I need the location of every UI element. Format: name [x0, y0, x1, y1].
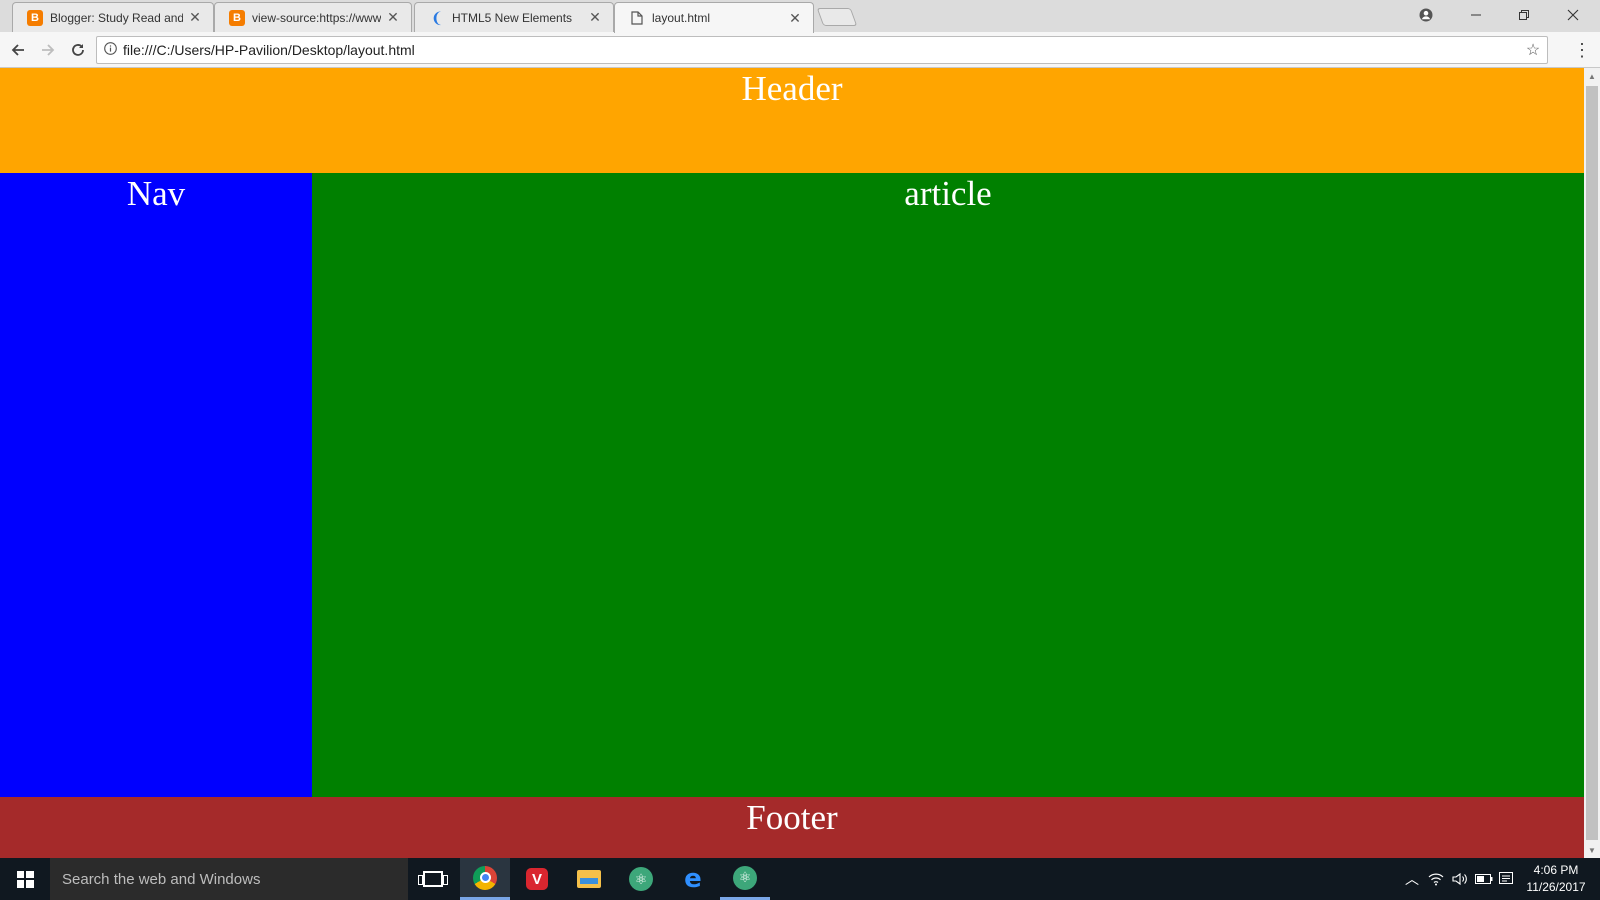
browser-toolbar: file:///C:/Users/HP-Pavilion/Desktop/lay…: [0, 32, 1600, 68]
info-icon[interactable]: [97, 42, 123, 58]
tab-strip: B Blogger: Study Read and ✕ B view-sourc…: [0, 0, 1600, 33]
taskbar-search-input[interactable]: Search the web and Windows: [50, 858, 408, 900]
task-view-icon: [418, 871, 448, 887]
volume-icon[interactable]: [1448, 858, 1472, 900]
atom-icon: ⚛: [629, 867, 653, 891]
taskbar-vivaldi[interactable]: V: [512, 858, 562, 900]
close-icon[interactable]: ✕: [385, 9, 401, 26]
bookmark-star-icon[interactable]: ☆: [1519, 40, 1547, 60]
taskbar-clock[interactable]: 4:06 PM 11/26/2017: [1516, 862, 1596, 896]
tab-blogger[interactable]: B Blogger: Study Read and ✕: [12, 2, 214, 32]
page-viewport: Header Nav article Footer: [0, 68, 1584, 858]
close-icon[interactable]: ✕: [187, 9, 203, 26]
edge-icon: e: [684, 864, 702, 894]
close-icon[interactable]: ✕: [587, 9, 603, 26]
scroll-thumb[interactable]: [1586, 86, 1598, 840]
tray-chevron-up-icon[interactable]: ︿: [1400, 858, 1424, 900]
tab-view-source[interactable]: B view-source:https://www ✕: [214, 2, 412, 32]
tab-title: HTML5 New Elements: [452, 10, 573, 25]
forward-button[interactable]: [36, 38, 60, 62]
file-icon: [629, 10, 645, 26]
scroll-down-arrow-icon[interactable]: ▼: [1584, 842, 1600, 858]
windows-logo-icon: [16, 870, 34, 888]
close-icon[interactable]: ✕: [787, 10, 803, 27]
page-nav: Nav: [0, 173, 312, 797]
address-url[interactable]: file:///C:/Users/HP-Pavilion/Desktop/lay…: [123, 42, 1519, 58]
tab-layout-html[interactable]: layout.html ✕: [614, 2, 814, 33]
tab-title: layout.html: [652, 11, 711, 25]
restore-button[interactable]: [1500, 0, 1548, 30]
clock-time: 4:06 PM: [1533, 863, 1579, 877]
page-article: article: [312, 173, 1584, 797]
vertical-scrollbar[interactable]: ▲ ▼: [1584, 68, 1600, 858]
tab-html5-elements[interactable]: ❨ HTML5 New Elements ✕: [414, 2, 614, 32]
blogger-icon: B: [229, 9, 245, 26]
tab-title: view-source:https://www: [252, 10, 381, 25]
vivaldi-icon: V: [526, 868, 548, 890]
battery-icon[interactable]: [1472, 858, 1496, 900]
close-window-button[interactable]: [1548, 0, 1598, 30]
taskbar-atom[interactable]: ⚛: [616, 858, 666, 900]
windows-taskbar: Search the web and Windows V ⚛ e ⚛ ︿ 4:0…: [0, 858, 1600, 900]
page-footer: Footer: [0, 797, 1584, 858]
wifi-icon[interactable]: [1424, 858, 1448, 900]
menu-kebab-icon[interactable]: ⋮: [1572, 38, 1592, 62]
scroll-up-arrow-icon[interactable]: ▲: [1584, 68, 1600, 84]
new-tab-button[interactable]: [816, 8, 858, 26]
taskbar-atom-open[interactable]: ⚛: [720, 858, 770, 900]
page-header: Header: [0, 68, 1584, 173]
back-button[interactable]: [6, 38, 30, 62]
chrome-icon: [473, 865, 497, 890]
folder-icon: [577, 870, 601, 888]
action-center-icon[interactable]: [1496, 858, 1516, 900]
tab-title: Blogger: Study Read and: [50, 10, 183, 25]
taskbar-chrome[interactable]: [460, 858, 510, 900]
taskbar-file-explorer[interactable]: [564, 858, 614, 900]
profile-icon[interactable]: [1400, 0, 1452, 30]
minimize-button[interactable]: [1452, 0, 1500, 30]
reload-button[interactable]: [66, 38, 90, 62]
address-bar[interactable]: file:///C:/Users/HP-Pavilion/Desktop/lay…: [96, 36, 1548, 64]
start-button[interactable]: [0, 858, 50, 900]
w3schools-icon: ❨: [430, 9, 444, 27]
blogger-icon: B: [27, 9, 43, 26]
taskbar-edge[interactable]: e: [668, 858, 718, 900]
clock-date: 11/26/2017: [1526, 880, 1586, 894]
task-view-button[interactable]: [408, 858, 458, 900]
atom-icon: ⚛: [733, 865, 757, 890]
